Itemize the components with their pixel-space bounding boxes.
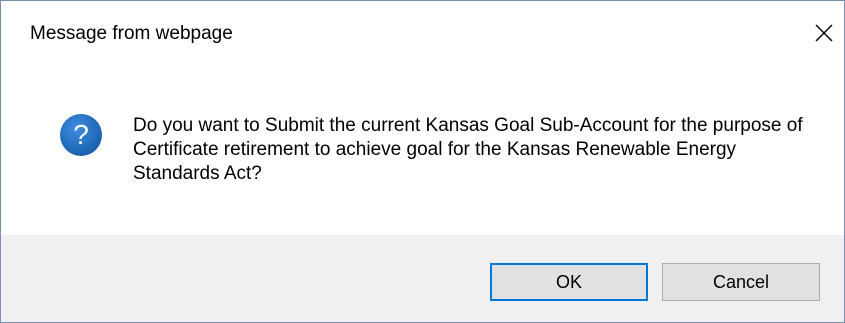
message-dialog: Message from webpage ? Do you want to Su… [0, 0, 845, 323]
dialog-titlebar: Message from webpage [1, 1, 844, 71]
dialog-footer: OK Cancel [1, 235, 844, 322]
close-button[interactable] [804, 13, 844, 53]
dialog-title: Message from webpage [30, 23, 233, 44]
svg-text:?: ? [73, 119, 89, 150]
close-icon [815, 24, 833, 42]
dialog-body: ? Do you want to Submit the current Kans… [1, 71, 844, 235]
ok-button[interactable]: OK [490, 263, 648, 301]
question-icon: ? [60, 114, 102, 156]
cancel-button[interactable]: Cancel [662, 263, 820, 301]
dialog-message: Do you want to Submit the current Kansas… [133, 115, 803, 184]
